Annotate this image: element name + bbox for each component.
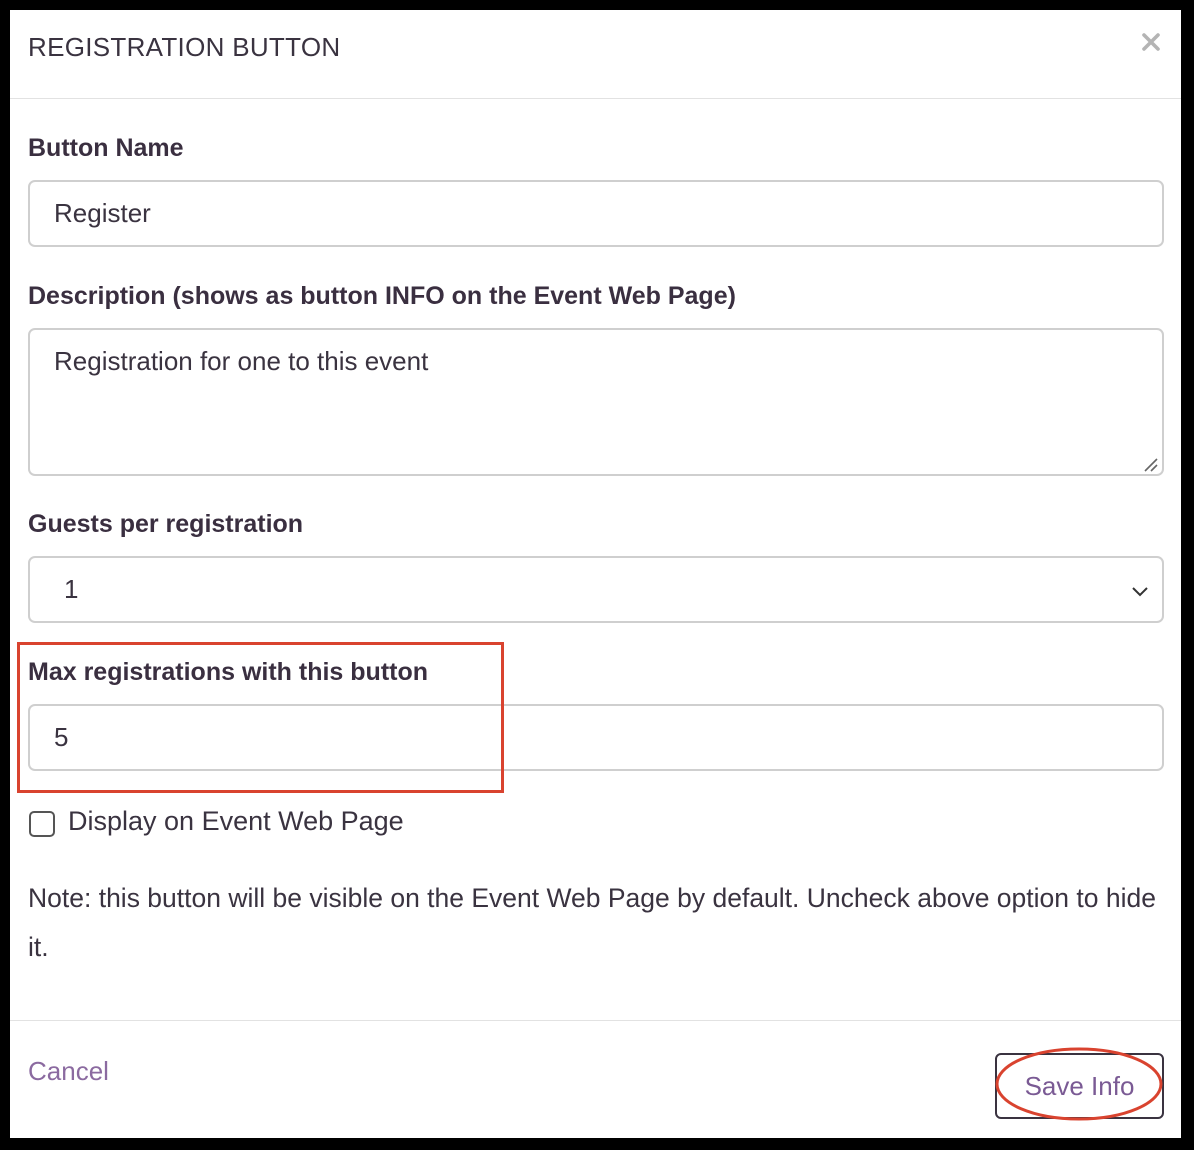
save-info-button[interactable]: Save Info: [995, 1053, 1164, 1119]
guests-selected-value: 1: [64, 574, 79, 604]
description-textarea[interactable]: Registration for one to this event: [28, 328, 1164, 476]
chevron-down-icon: [1132, 587, 1148, 597]
button-name-input[interactable]: [28, 180, 1164, 247]
description-label: Description (shows as button INFO on the…: [28, 282, 736, 310]
guests-per-registration-label: Guests per registration: [28, 510, 304, 538]
dialog-title: REGISTRATION BUTTON: [28, 32, 341, 62]
resize-handle-icon[interactable]: [1142, 456, 1158, 472]
display-on-page-checkbox[interactable]: [29, 811, 55, 837]
guests-per-registration-select[interactable]: 1: [28, 556, 1164, 623]
visibility-note: Note: this button will be visible on the…: [28, 883, 1156, 962]
dialog-footer: Cancel Save Info: [10, 1020, 1181, 1138]
max-registrations-input[interactable]: [28, 704, 1164, 771]
cancel-button[interactable]: Cancel: [28, 1056, 109, 1087]
max-registrations-label: Max registrations with this button: [28, 658, 429, 686]
display-on-page-label[interactable]: Display on Event Web Page: [68, 806, 404, 837]
registration-button-dialog: REGISTRATION BUTTON Button Name Descript…: [10, 10, 1181, 1138]
dialog-header: REGISTRATION BUTTON: [10, 10, 1181, 99]
close-icon[interactable]: [1137, 28, 1165, 56]
button-name-label: Button Name: [28, 134, 184, 162]
